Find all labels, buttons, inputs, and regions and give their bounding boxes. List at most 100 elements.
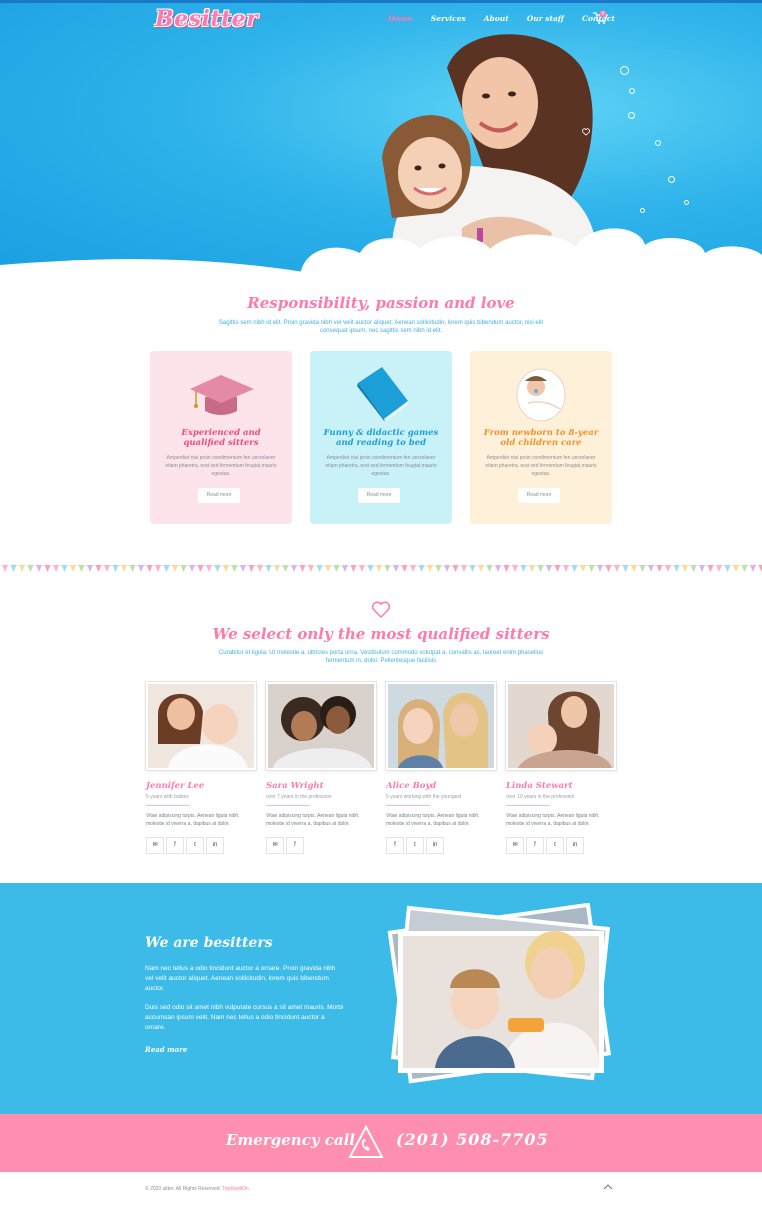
- pennant-flag: [163, 565, 170, 572]
- staff-role: over 10 years in the profession: [506, 794, 575, 800]
- pennant-flag: [180, 565, 187, 572]
- feature-card-games: Funny & didactic games and reading to be…: [310, 351, 452, 524]
- pennant-flag: [469, 565, 476, 572]
- pennant-flag: [231, 565, 238, 572]
- pennant-flag: [112, 565, 119, 572]
- facebook-icon[interactable]: f: [526, 837, 544, 854]
- pennant-flag: [299, 565, 306, 572]
- bubble-decoration: [628, 112, 635, 119]
- pennant-flag: [486, 565, 493, 572]
- read-more-button[interactable]: Read more: [358, 488, 400, 503]
- emergency-bar: Emergency call (201) 508-7705: [0, 1114, 762, 1172]
- pennant-flag: [724, 565, 731, 572]
- emergency-phone-number[interactable]: (201) 508-7705: [396, 1130, 549, 1149]
- heart-icon: [371, 601, 391, 619]
- twitter-icon[interactable]: t: [546, 837, 564, 854]
- email-icon[interactable]: ✉: [146, 837, 164, 854]
- top-border: [0, 0, 762, 3]
- pennant-flag: [350, 565, 357, 572]
- pennant-flag: [121, 565, 127, 572]
- pennant-flag: [316, 565, 323, 572]
- staff-photo: [506, 682, 616, 770]
- divider: [386, 805, 430, 806]
- feature-card-title: From newborn to 8-year old children care: [483, 428, 599, 448]
- site-logo[interactable]: Besitter: [155, 6, 258, 32]
- footer-link[interactable]: TopRankOn: [222, 1186, 248, 1192]
- pennant-flag: [444, 565, 450, 572]
- social-links: ✉ f t in: [506, 837, 616, 854]
- pennant-flag: [614, 565, 620, 572]
- pennant-flag: [2, 565, 8, 572]
- pennant-flag: [418, 565, 425, 572]
- pennant-flag: [452, 565, 459, 572]
- nav-home[interactable]: Home: [388, 14, 413, 23]
- feature-card-text: Amperdiet nisi proin condimentum fen unc…: [485, 455, 597, 477]
- pennant-flag: [61, 565, 68, 572]
- facebook-icon[interactable]: f: [386, 837, 404, 854]
- pennant-flag: [10, 565, 17, 572]
- facebook-icon[interactable]: f: [286, 837, 304, 854]
- bubble-decoration: [655, 140, 661, 146]
- pennant-flag: [665, 565, 671, 572]
- feature-card-newborn: From newborn to 8-year old children care…: [470, 351, 612, 524]
- pennant-flag: [129, 565, 136, 572]
- pennant-flag: [495, 565, 501, 572]
- staff-photo: [146, 682, 256, 770]
- staff-name: Alice Boyd: [386, 781, 437, 791]
- pennant-flag: [673, 565, 680, 572]
- staff-description: Vitae adipiscing turpis. Aenean ligula n…: [386, 813, 480, 827]
- pennant-flag: [36, 565, 42, 572]
- pennant-flag: [571, 565, 578, 572]
- pennant-flag: [639, 565, 646, 572]
- social-links: ✉ f: [266, 837, 376, 854]
- pennant-flag: [699, 565, 705, 572]
- pennant-flag: [27, 565, 34, 572]
- pennant-flag: [240, 565, 246, 572]
- nav-our-staff[interactable]: Our staff: [527, 14, 564, 23]
- pennant-flag: [19, 565, 25, 572]
- about-title: We are besitters: [145, 935, 273, 951]
- nav-services[interactable]: Services: [431, 14, 466, 23]
- pennant-flag: [70, 565, 76, 572]
- staff-name: Jennifer Lee: [146, 781, 205, 791]
- read-more-link[interactable]: Read more: [145, 1045, 187, 1054]
- about-paragraph-2: Duis sed odio sit amet nibh vulputate cu…: [145, 1004, 344, 1031]
- features-subtitle: Sagittis sem nibh id elit. Proin gravida…: [218, 320, 544, 334]
- pennant-flag: [78, 565, 85, 572]
- pennant-flag: [367, 565, 374, 572]
- pennant-flag: [274, 565, 280, 572]
- feature-card-qualified: Experienced and qualified sitters Amperd…: [150, 351, 292, 524]
- pennant-flag: [172, 565, 178, 572]
- bubble-decoration: [684, 200, 689, 205]
- nav-about[interactable]: About: [484, 14, 509, 23]
- book-icon: [357, 367, 408, 422]
- pennant-flag: [401, 565, 408, 572]
- twitter-icon[interactable]: t: [186, 837, 204, 854]
- pennant-flag: [223, 565, 229, 572]
- email-icon[interactable]: ✉: [506, 837, 524, 854]
- pennant-flag: [155, 565, 161, 572]
- feature-card-text: Amperdiet nisi proin condimentum fen unc…: [165, 455, 277, 477]
- read-more-button[interactable]: Read more: [198, 488, 240, 503]
- pennant-flag: [104, 565, 110, 572]
- staff-card-sara-wright: Sara Wright over 7 years in the professi…: [266, 682, 376, 854]
- pennant-flag: [384, 565, 391, 572]
- chevron-up-icon[interactable]: [603, 1183, 613, 1191]
- bubble-decoration: [668, 176, 675, 183]
- pennant-flag: [622, 565, 629, 572]
- facebook-icon[interactable]: f: [166, 837, 184, 854]
- divider: [146, 805, 190, 806]
- read-more-button[interactable]: Read more: [518, 488, 560, 503]
- pennant-flag: [146, 565, 153, 572]
- cart-badge: 0: [600, 11, 606, 17]
- linkedin-icon[interactable]: in: [206, 837, 224, 854]
- pennant-flag: [291, 565, 297, 572]
- email-icon[interactable]: ✉: [266, 837, 284, 854]
- pennant-flag: [435, 565, 442, 572]
- twitter-icon[interactable]: t: [406, 837, 424, 854]
- pennant-flag: [503, 565, 510, 572]
- linkedin-icon[interactable]: in: [426, 837, 444, 854]
- pennant-flag: [214, 565, 221, 572]
- linkedin-icon[interactable]: in: [566, 837, 584, 854]
- pennant-flag: [44, 565, 51, 572]
